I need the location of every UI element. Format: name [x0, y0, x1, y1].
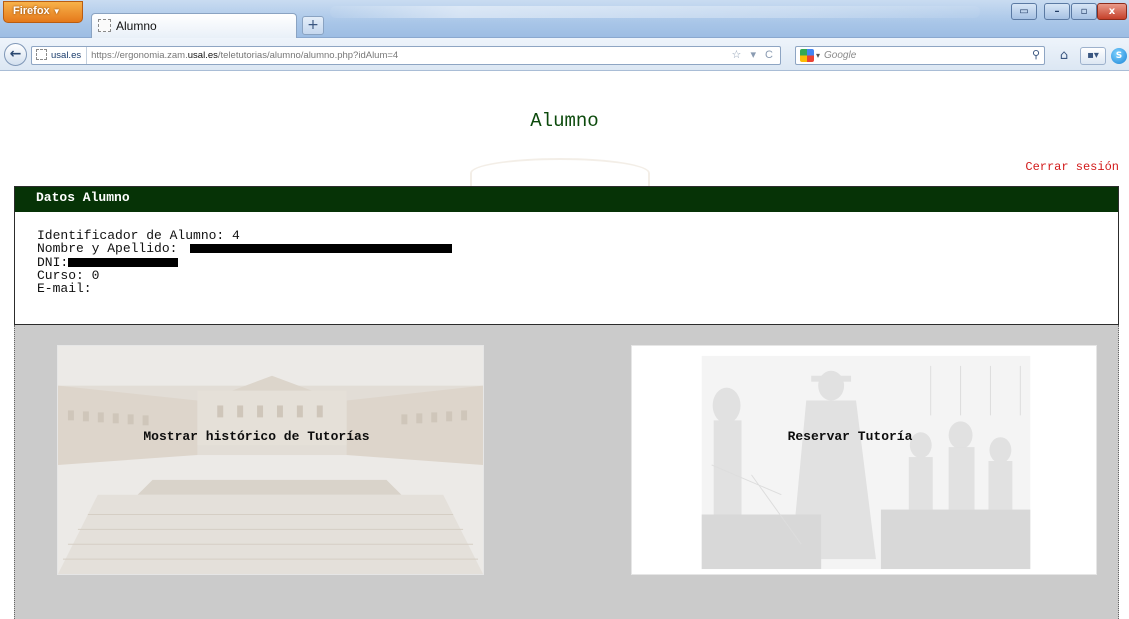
firefox-menu-label: Firefox [13, 5, 50, 17]
search-icon[interactable]: ⚲ [1032, 47, 1040, 64]
logout-link[interactable]: Cerrar sesión [1025, 160, 1119, 174]
redacted-name [190, 244, 453, 254]
redacted-dni [68, 257, 179, 267]
chevron-down-icon: ▼ [52, 7, 61, 16]
lecture-engraving-image [632, 346, 1096, 574]
browser-navbar: ← usal.es https://ergonomia.zam.usal.es/t… [0, 38, 1129, 71]
history-button[interactable]: Mostrar histórico de Tutorías [57, 345, 484, 575]
actions-panel: Mostrar histórico de Tutorías Reservar T… [14, 325, 1119, 619]
student-name-row: Nombre y Apellido: [37, 242, 1118, 255]
search-placeholder: Google [824, 50, 857, 61]
skype-icon[interactable]: S [1111, 48, 1127, 64]
student-data-box: Datos Alumno Identificador de Alumno: 4 … [14, 186, 1119, 325]
url-text: https://ergonomia.zam.usal.es/teletutori… [87, 50, 398, 61]
firefox-menu-button[interactable]: Firefox ▼ [3, 1, 83, 23]
page-content: Alumno Cerrar sesión Datos Alumno Identi… [0, 72, 1129, 619]
search-input[interactable]: ▾ Google ⚲ [795, 46, 1045, 65]
student-dni-row: DNI: [37, 255, 1118, 269]
browser-titlebar: Firefox ▼ Alumno + ▭ – ▫ x [0, 0, 1129, 38]
url-suffix: /teletutorias/alumno/alumno.php?idAlum=4 [217, 50, 399, 61]
url-bar[interactable]: usal.es https://ergonomia.zam.usal.es/tel… [31, 46, 781, 65]
page-title: Alumno [530, 110, 599, 132]
reserve-button-label: Reservar Tutoría [787, 429, 913, 444]
site-identity[interactable]: usal.es [32, 47, 88, 64]
student-details: Identificador de Alumno: 4 Nombre y Apel… [15, 212, 1118, 295]
maximize-button[interactable]: ▫ [1071, 3, 1097, 20]
student-course: Curso: 0 [37, 267, 100, 283]
google-logo-icon[interactable] [800, 49, 814, 62]
url-host: usal.es [187, 50, 218, 61]
history-button-label: Mostrar histórico de Tutorías [143, 429, 370, 444]
site-identity-label: usal.es [51, 50, 82, 61]
minimize-button[interactable]: – [1044, 3, 1070, 20]
page-favicon-icon [98, 19, 111, 32]
site-favicon-icon [36, 49, 47, 60]
new-tab-button[interactable]: + [302, 16, 324, 35]
section-title: Datos Alumno [15, 187, 1118, 212]
bookmarks-icon[interactable]: ▪▾ [1080, 47, 1106, 65]
university-building-image [58, 346, 483, 574]
restore-icon[interactable]: ▭ [1011, 3, 1037, 20]
back-button[interactable]: ← [4, 43, 27, 66]
title-blur [330, 6, 980, 18]
chevron-down-icon: ▾ [816, 51, 821, 60]
tab-alumno[interactable]: Alumno [91, 13, 297, 38]
background-watermark [470, 158, 650, 188]
url-prefix: https://ergonomia.zam. [91, 50, 188, 61]
bookmark-star-icon[interactable]: ☆ ▾ C [732, 47, 776, 64]
student-id: Identificador de Alumno: 4 [37, 228, 240, 243]
tab-title: Alumno [116, 19, 157, 33]
home-icon[interactable]: ⌂ [1055, 47, 1073, 65]
student-email: E-mail: [37, 281, 92, 297]
reserve-button[interactable]: Reservar Tutoría [631, 345, 1097, 575]
close-button[interactable]: x [1097, 3, 1127, 20]
